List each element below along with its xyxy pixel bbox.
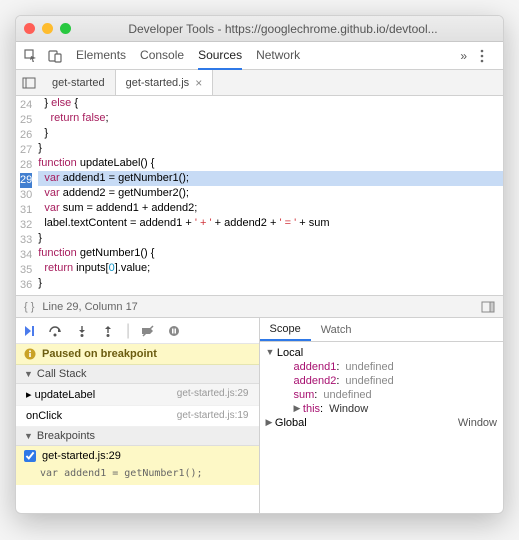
code-line: } — [38, 231, 503, 246]
triangle-down-icon: ▼ — [24, 369, 33, 379]
info-icon — [24, 348, 36, 360]
file-tabs: get-started get-started.js × — [16, 70, 503, 96]
breakpoint-item[interactable]: get-started.js:29 — [16, 446, 259, 466]
breakpoints-header[interactable]: ▼ Breakpoints — [16, 427, 259, 446]
code-lines: } else { return false; }}function update… — [38, 96, 503, 295]
triangle-down-icon: ▼ — [24, 431, 33, 441]
window-controls — [24, 23, 71, 34]
step-into-icon[interactable] — [74, 323, 90, 339]
tab-console[interactable]: Console — [140, 42, 184, 70]
code-line: var addend1 = getNumber1(); — [38, 171, 503, 186]
line-number[interactable]: 27 — [20, 143, 32, 158]
debugger-left: | Paused on breakpoint ▼ Call Stack ▸ up… — [16, 318, 260, 513]
close-dot[interactable] — [24, 23, 35, 34]
window-title: Developer Tools - https://googlechrome.g… — [71, 22, 495, 36]
code-line: return inputs[0].value; — [38, 261, 503, 276]
inspect-icon[interactable] — [22, 47, 40, 65]
breakpoint-code: var addend1 = getNumber1(); — [16, 466, 259, 485]
line-number[interactable]: 34 — [20, 248, 32, 263]
titlebar: Developer Tools - https://googlechrome.g… — [16, 16, 503, 42]
line-number[interactable]: 24 — [20, 98, 32, 113]
minimize-dot[interactable] — [42, 23, 53, 34]
code-line: } — [38, 276, 503, 291]
tab-scope[interactable]: Scope — [260, 318, 311, 341]
pause-exceptions-icon[interactable] — [166, 323, 182, 339]
code-line: } — [38, 126, 503, 141]
callstack-header[interactable]: ▼ Call Stack — [16, 365, 259, 384]
tab-sources[interactable]: Sources — [198, 42, 242, 70]
step-out-icon[interactable] — [100, 323, 116, 339]
stack-frame[interactable]: onClickget-started.js:19 — [16, 406, 259, 427]
devtools-window: Developer Tools - https://googlechrome.g… — [15, 15, 504, 514]
code-line: var addend2 = getNumber2(); — [38, 186, 503, 201]
line-gutter: 24252627282930313233343536 — [16, 96, 38, 295]
pretty-print-icon[interactable]: { } — [24, 301, 34, 313]
menu-icon[interactable] — [473, 47, 491, 65]
more-tabs-icon[interactable]: » — [460, 49, 467, 63]
code-line: var sum = addend1 + addend2; — [38, 201, 503, 216]
step-over-icon[interactable] — [48, 323, 64, 339]
code-line: } — [38, 141, 503, 156]
panel-tabs: Elements Console Sources Network — [76, 42, 454, 70]
line-number[interactable]: 30 — [20, 188, 32, 203]
scope-var[interactable]: sum:undefined — [266, 388, 498, 402]
filetab-get-started-js[interactable]: get-started.js × — [116, 70, 214, 95]
line-number[interactable]: 32 — [20, 218, 32, 233]
filetab-label: get-started.js — [126, 77, 190, 89]
code-line: function updateLabel() { — [38, 156, 503, 171]
line-number[interactable]: 35 — [20, 263, 32, 278]
triangle-down-icon: ▼ — [266, 347, 277, 359]
pause-text: Paused on breakpoint — [42, 348, 157, 360]
tab-watch[interactable]: Watch — [311, 318, 362, 341]
line-number[interactable]: 28 — [20, 158, 32, 173]
debugger-controls: | — [16, 318, 259, 344]
main-toolbar: Elements Console Sources Network » — [16, 42, 503, 70]
scope-global[interactable]: ▶ Global Window — [266, 416, 498, 430]
line-number[interactable]: 31 — [20, 203, 32, 218]
cursor-position: Line 29, Column 17 — [42, 301, 137, 313]
scope-tabs: Scope Watch — [260, 318, 504, 342]
line-number[interactable]: 36 — [20, 278, 32, 293]
triangle-right-icon: ▶ — [294, 403, 303, 415]
device-icon[interactable] — [46, 47, 64, 65]
scope-var[interactable]: addend2:undefined — [266, 374, 498, 388]
resume-icon[interactable] — [22, 323, 38, 339]
filetab-get-started[interactable]: get-started — [42, 70, 116, 95]
scope-this[interactable]: ▶ this: Window — [266, 402, 498, 416]
code-line: function getNumber1() { — [38, 246, 503, 261]
line-number[interactable]: 33 — [20, 233, 32, 248]
debugger-pane: | Paused on breakpoint ▼ Call Stack ▸ up… — [16, 317, 503, 513]
code-line: return false; — [38, 111, 503, 126]
callstack-list: ▸ updateLabelget-started.js:29onClickget… — [16, 384, 259, 427]
sidebar-toggle-icon[interactable] — [481, 301, 495, 313]
deactivate-breakpoints-icon[interactable] — [140, 323, 156, 339]
tab-network[interactable]: Network — [256, 42, 300, 70]
scope-body: ▼ Local addend1:undefinedaddend2:undefin… — [260, 342, 504, 513]
zoom-dot[interactable] — [60, 23, 71, 34]
line-number[interactable]: 29 — [20, 173, 32, 188]
code-line: } else { — [38, 96, 503, 111]
pause-message: Paused on breakpoint — [16, 344, 259, 365]
filetab-label: get-started — [52, 77, 105, 89]
status-bar: { } Line 29, Column 17 — [16, 295, 503, 317]
breakpoint-checkbox[interactable] — [24, 450, 36, 462]
scope-local[interactable]: ▼ Local — [266, 346, 498, 360]
triangle-right-icon: ▶ — [266, 417, 275, 429]
tab-elements[interactable]: Elements — [76, 42, 126, 70]
debugger-right: Scope Watch ▼ Local addend1:undefinedadd… — [260, 318, 504, 513]
breakpoints-list: get-started.js:29var addend1 = getNumber… — [16, 446, 259, 485]
code-editor[interactable]: 24252627282930313233343536 } else { retu… — [16, 96, 503, 295]
scope-var[interactable]: addend1:undefined — [266, 360, 498, 374]
code-line: label.textContent = addend1 + ' + ' + ad… — [38, 216, 503, 231]
stack-frame[interactable]: ▸ updateLabelget-started.js:29 — [16, 384, 259, 406]
line-number[interactable]: 25 — [20, 113, 32, 128]
navigator-icon[interactable] — [16, 77, 42, 89]
close-icon[interactable]: × — [195, 76, 202, 90]
line-number[interactable]: 26 — [20, 128, 32, 143]
